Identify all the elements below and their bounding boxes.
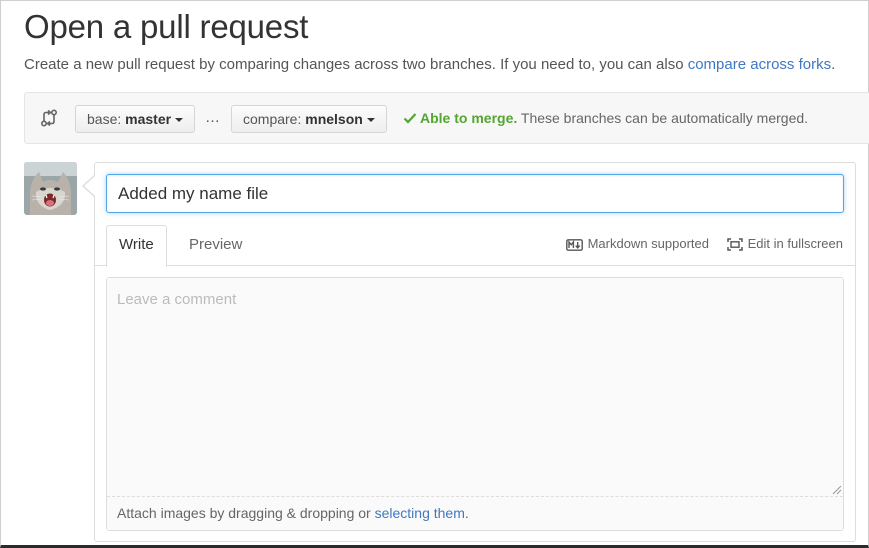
base-branch-select[interactable]: base: master: [75, 105, 196, 133]
attach-text: Attach images by dragging & dropping or: [117, 505, 375, 521]
comment-arrow-fill: [84, 176, 95, 196]
fullscreen-label: Edit in fullscreen: [747, 236, 843, 251]
git-compare-icon: [39, 108, 59, 128]
pr-title-input[interactable]: [106, 174, 844, 213]
markdown-supported-link[interactable]: Markdown supported: [565, 236, 709, 251]
compare-branch-name: mnelson: [305, 111, 363, 127]
caret-down-icon: [175, 118, 184, 123]
branch-range-bar: base: master … compare: mnelson Able to …: [24, 92, 869, 144]
tab-write[interactable]: Write: [106, 225, 167, 267]
tab-tools: Markdown supported Edit in fullscreen: [552, 236, 843, 251]
subtitle-text: Create a new pull request by comparing c…: [24, 56, 688, 73]
markdown-icon: [565, 239, 583, 251]
page-title: Open a pull request: [24, 8, 309, 45]
compare-branch-select[interactable]: compare: mnelson: [231, 105, 387, 133]
base-prefix: base:: [87, 111, 126, 127]
write-area: Attach images by dragging & dropping or …: [106, 277, 844, 531]
pull-request-form: Write Preview Markdown supported Edit in…: [94, 162, 856, 542]
page-subtitle: Create a new pull request by comparing c…: [24, 56, 835, 73]
attach-end: .: [464, 505, 469, 521]
merge-status: Able to merge. These branches can be aut…: [403, 110, 808, 126]
comment-tabnav: Write Preview Markdown supported Edit in…: [95, 225, 855, 267]
merge-detail-text: These branches can be automatically merg…: [517, 110, 809, 126]
check-icon: [403, 113, 417, 124]
avatar: [24, 162, 77, 215]
merge-ok-text: Able to merge.: [420, 110, 518, 126]
comment-textarea[interactable]: [107, 278, 843, 496]
select-files-link[interactable]: selecting them: [375, 505, 465, 521]
base-branch-name: master: [125, 111, 172, 127]
compare-across-forks-link[interactable]: compare across forks: [688, 56, 831, 73]
avatar-cat: [24, 162, 77, 215]
attach-images-bar: Attach images by dragging & dropping or …: [107, 496, 843, 530]
tab-preview[interactable]: Preview: [176, 225, 255, 266]
markdown-label: Markdown supported: [587, 236, 709, 251]
fullscreen-button[interactable]: Edit in fullscreen: [726, 236, 843, 251]
resize-grip-icon[interactable]: [830, 483, 842, 495]
subtitle-end: .: [831, 56, 836, 73]
fullscreen-icon: [726, 238, 743, 251]
caret-down-icon: [366, 118, 375, 123]
compare-prefix: compare:: [243, 111, 306, 127]
range-ellipsis: …: [205, 109, 220, 126]
